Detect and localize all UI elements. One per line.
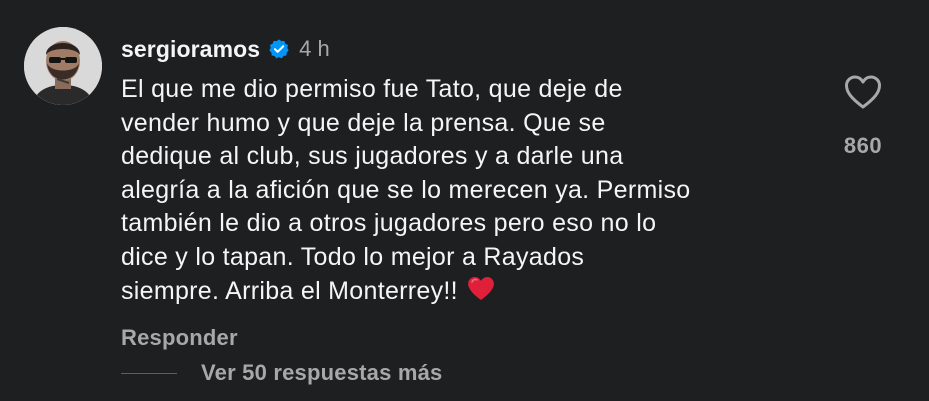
reply-button[interactable]: Responder <box>121 325 238 351</box>
timestamp: 4 h <box>299 36 330 61</box>
red-heart-emoji-icon <box>466 274 496 302</box>
username[interactable]: sergioramos <box>121 36 260 63</box>
comment-text: El que me dio permiso fue Tato, que deje… <box>121 73 761 309</box>
comment-header: sergioramos 4 h <box>121 34 330 64</box>
comment: sergioramos 4 h El que me dio permiso fu… <box>0 0 929 401</box>
view-more-replies[interactable]: Ver 50 respuestas más <box>121 358 442 388</box>
avatar[interactable] <box>24 27 102 105</box>
avatar-image <box>24 27 102 105</box>
comment-text-content: El que me dio permiso fue Tato, que deje… <box>121 75 691 305</box>
like-count: 860 <box>843 133 883 158</box>
replies-divider-line <box>121 372 177 374</box>
verified-badge-icon <box>268 38 290 60</box>
view-more-replies-label[interactable]: Ver 50 respuestas más <box>201 360 442 386</box>
heart-outline-icon[interactable] <box>843 73 883 111</box>
